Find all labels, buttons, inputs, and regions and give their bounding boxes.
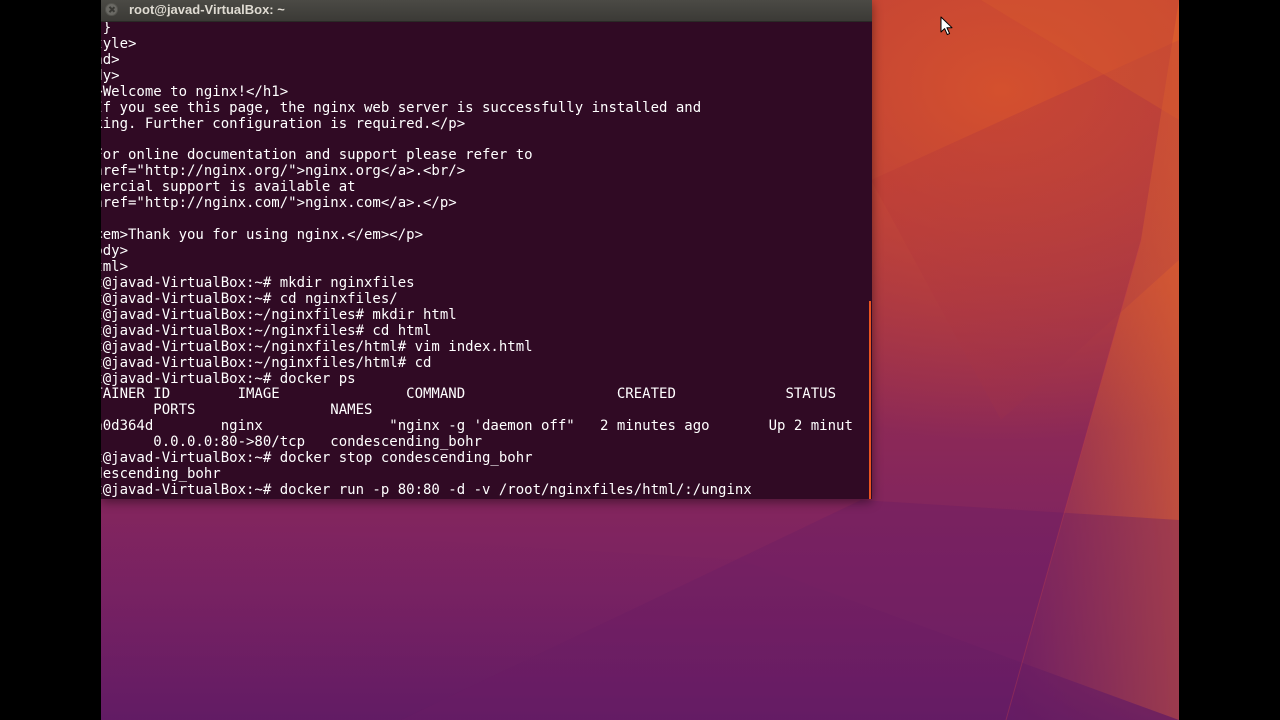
- terminal-line: </html>: [101, 258, 129, 275]
- terminal-text: <title>Welcome to nginx!</title><style> …: [101, 22, 853, 499]
- terminal-titlebar[interactable]: root@javad-VirtualBox: ~: [101, 0, 872, 22]
- terminal-line: working. Further configuration is requir…: [101, 115, 466, 132]
- terminal-scrollbar[interactable]: [869, 301, 871, 499]
- mouse-pointer-icon: [940, 16, 953, 36]
- terminal-line: </style>: [101, 35, 137, 52]
- terminal-line: <h1>Welcome to nginx!</h1>: [101, 83, 289, 100]
- window-title: root@javad-VirtualBox: ~: [129, 2, 285, 17]
- terminal-line: <a href="http://nginx.org/">nginx.org</a…: [101, 163, 466, 180]
- terminal-window[interactable]: root@javad-VirtualBox: ~ <title>Welcome …: [101, 0, 872, 499]
- terminal-line: root@javad-VirtualBox:~# mkdir nginxfile…: [101, 274, 415, 291]
- terminal-line: root@javad-VirtualBox:~# docker stop con…: [101, 450, 533, 467]
- terminal-line: root@javad-VirtualBox:~/nginxfiles# mkdi…: [101, 306, 457, 323]
- terminal-line: 95aa0d364d nginx "nginx -g 'daemon off" …: [101, 418, 853, 435]
- terminal-line: root@javad-VirtualBox:~/nginxfiles# cd h…: [101, 322, 432, 339]
- terminal-line: <p>If you see this page, the nginx web s…: [101, 99, 702, 116]
- terminal-line: <p>For online documentation and support …: [101, 147, 533, 164]
- terminal-line: <head>: [101, 51, 120, 68]
- terminal-line: }: [102, 22, 112, 36]
- terminal-line: PORTS NAMES: [153, 402, 373, 419]
- terminal-output[interactable]: <title>Welcome to nginx!</title><style> …: [101, 22, 869, 499]
- terminal-line: root@javad-VirtualBox:~# docker ps: [101, 370, 356, 387]
- terminal-line: <p><em>Thank you for using nginx.</em></…: [101, 227, 424, 244]
- terminal-line: condescending_bohr: [101, 466, 221, 483]
- terminal-line: Commercial support is available at: [101, 179, 356, 196]
- terminal-line: es 0.0.0.0:80->80/tcp condescending_bohr: [101, 434, 483, 451]
- terminal-line: root@javad-VirtualBox:~# cd nginxfiles/: [101, 290, 398, 307]
- terminal-line: <body>: [101, 67, 120, 84]
- terminal-line: CONTAINER ID IMAGE COMMAND CREATED STATU…: [101, 386, 837, 403]
- terminal-line: root@javad-VirtualBox:~# docker run -p 8…: [101, 482, 752, 499]
- terminal-line: </body>: [101, 243, 129, 259]
- terminal-line: <a href="http://nginx.com/">nginx.com</a…: [101, 195, 457, 212]
- close-icon[interactable]: [105, 3, 118, 16]
- terminal-line: root@javad-VirtualBox:~/nginxfiles/html#…: [101, 338, 533, 355]
- screen: root@javad-VirtualBox: ~ <title>Welcome …: [0, 0, 1280, 720]
- terminal-line: root@javad-VirtualBox:~/nginxfiles/html#…: [101, 354, 432, 371]
